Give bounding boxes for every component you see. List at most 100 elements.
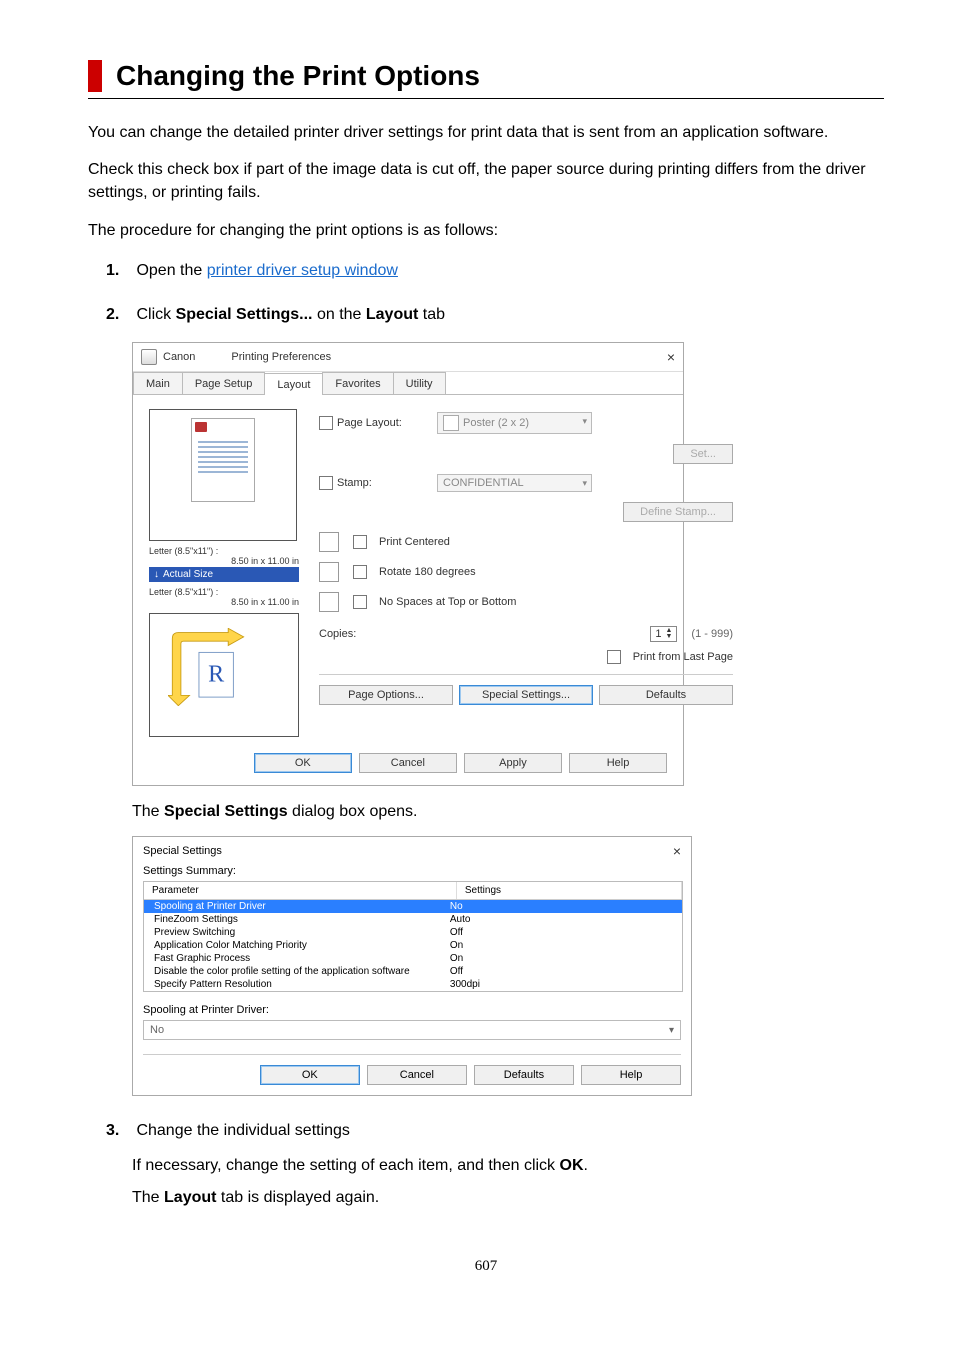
special-sub-c: dialog box opens.: [288, 803, 418, 820]
print-centered-checkbox[interactable]: [353, 535, 367, 549]
setting-cell: No: [450, 901, 682, 912]
chevron-down-icon: ▾: [582, 478, 587, 489]
ok-button[interactable]: OK: [260, 1065, 360, 1085]
param-cell: Preview Switching: [144, 927, 450, 938]
page-size-dim-1: 8.50 in x 11.00 in: [149, 556, 299, 566]
print-centered-label: Print Centered: [379, 536, 450, 548]
page-layout-dropdown[interactable]: Poster (2 x 2)▾: [437, 412, 592, 434]
window-icon: [141, 349, 157, 365]
rotate-icon: [319, 562, 339, 582]
print-last-label: Print from Last Page: [633, 651, 733, 663]
param-cell: Application Color Matching Priority: [144, 940, 450, 951]
defaults-button[interactable]: Defaults: [599, 685, 733, 705]
svg-text:R: R: [208, 661, 225, 687]
actual-size-bar[interactable]: ↓ Actual Size: [149, 567, 299, 582]
centered-icon: [319, 532, 339, 552]
table-row[interactable]: Spooling at Printer DriverNo: [144, 900, 682, 913]
col-parameter[interactable]: Parameter: [144, 882, 457, 899]
setting-cell: Off: [450, 966, 682, 977]
setting-cell: 300dpi: [450, 979, 682, 990]
spooling-dropdown[interactable]: No ▾: [143, 1020, 681, 1040]
param-cell: Fast Graphic Process: [144, 953, 450, 964]
step-2-d: Layout: [366, 306, 418, 323]
define-stamp-button[interactable]: Define Stamp...: [623, 502, 733, 522]
setting-cell: On: [450, 953, 682, 964]
table-row[interactable]: Fast Graphic ProcessOn: [144, 952, 682, 965]
table-row[interactable]: Disable the color profile setting of the…: [144, 965, 682, 978]
special-settings-button[interactable]: Special Settings...: [459, 685, 593, 705]
cancel-button[interactable]: Cancel: [359, 753, 457, 773]
page-layout-checkbox[interactable]: [319, 416, 333, 430]
setting-cell: Auto: [450, 914, 682, 925]
defaults-button[interactable]: Defaults: [474, 1065, 574, 1085]
stamp-dropdown[interactable]: CONFIDENTIAL▾: [437, 474, 592, 492]
print-last-checkbox[interactable]: [607, 650, 621, 664]
step-1: Open the printer driver setup window: [106, 262, 884, 280]
special-settings-dialog: × Special Settings Settings Summary: Par…: [132, 836, 692, 1096]
chevron-down-icon: ▾: [669, 1025, 674, 1036]
page-size-name-2: Letter (8.5"x11") :: [149, 587, 299, 597]
special-dialog-title: Special Settings: [143, 845, 681, 857]
rotate-180-checkbox[interactable]: [353, 565, 367, 579]
copies-range: (1 - 999): [691, 628, 733, 640]
step-2-b: Special Settings...: [176, 306, 313, 323]
setting-cell: Off: [450, 927, 682, 938]
dialog-title-suffix: Printing Preferences: [231, 351, 331, 363]
tab-layout[interactable]: Layout: [264, 373, 323, 395]
spooling-label: Spooling at Printer Driver:: [143, 1004, 681, 1016]
step-3-head: Change the individual settings: [136, 1122, 349, 1139]
tab-page-setup[interactable]: Page Setup: [182, 372, 266, 394]
step-1-text: Open the: [136, 262, 206, 279]
printer-driver-link[interactable]: printer driver setup window: [207, 262, 398, 279]
step-2-a: Click: [136, 306, 175, 323]
help-button[interactable]: Help: [569, 753, 667, 773]
copies-stepper[interactable]: 1 ▲▼: [650, 626, 677, 642]
close-icon[interactable]: ×: [667, 349, 675, 365]
copies-label: Copies:: [319, 628, 379, 640]
intro-para-2: Check this check box if part of the imag…: [88, 158, 884, 204]
settings-table[interactable]: Parameter Settings Spooling at Printer D…: [143, 881, 683, 992]
tab-main[interactable]: Main: [133, 372, 183, 394]
intro-para-1: You can change the detailed printer driv…: [88, 121, 884, 144]
col-settings[interactable]: Settings: [457, 882, 682, 899]
apply-button[interactable]: Apply: [464, 753, 562, 773]
no-spaces-label: No Spaces at Top or Bottom: [379, 596, 516, 608]
page-number: 607: [88, 1258, 884, 1275]
ok-button[interactable]: OK: [254, 753, 352, 773]
page-options-button[interactable]: Page Options...: [319, 685, 453, 705]
page-preview: [149, 409, 297, 541]
stamp-checkbox[interactable]: [319, 476, 333, 490]
s3p1c: .: [584, 1157, 588, 1174]
actual-size-label: Actual Size: [163, 569, 213, 580]
step-2-c: on the: [313, 306, 366, 323]
no-spaces-checkbox[interactable]: [353, 595, 367, 609]
intro-para-3: The procedure for changing the print opt…: [88, 219, 884, 242]
s3p2b: Layout: [164, 1189, 216, 1206]
copies-value: 1: [655, 628, 661, 640]
table-row[interactable]: Application Color Matching PriorityOn: [144, 939, 682, 952]
tab-favorites[interactable]: Favorites: [322, 372, 393, 394]
page-size-name-1: Letter (8.5"x11") :: [149, 546, 299, 556]
tab-bar: Main Page Setup Layout Favorites Utility: [133, 372, 683, 395]
param-cell: Specify Pattern Resolution: [144, 979, 450, 990]
dialog-title-prefix: Canon: [163, 351, 195, 363]
close-icon[interactable]: ×: [673, 843, 681, 859]
set-button[interactable]: Set...: [673, 444, 733, 464]
setting-cell: On: [450, 940, 682, 951]
table-row[interactable]: Preview SwitchingOff: [144, 926, 682, 939]
step-2: Click Special Settings... on the Layout …: [106, 306, 884, 1096]
chevron-down-icon: ▾: [582, 416, 587, 427]
rotate-180-label: Rotate 180 degrees: [379, 566, 476, 578]
printing-prefs-dialog: Canon Printing Preferences × Main Page S…: [132, 342, 684, 786]
table-row[interactable]: Specify Pattern Resolution300dpi: [144, 978, 682, 991]
s3p1b: OK: [560, 1157, 584, 1174]
table-row[interactable]: FineZoom SettingsAuto: [144, 913, 682, 926]
page-size-dim-2: 8.50 in x 11.00 in: [149, 597, 299, 607]
stamp-label: Stamp:: [319, 476, 429, 490]
s3p2a: The: [132, 1189, 164, 1206]
s3p2c: tab is displayed again.: [216, 1189, 379, 1206]
tab-utility[interactable]: Utility: [393, 372, 446, 394]
orientation-preview: R: [149, 613, 299, 737]
help-button[interactable]: Help: [581, 1065, 681, 1085]
cancel-button[interactable]: Cancel: [367, 1065, 467, 1085]
